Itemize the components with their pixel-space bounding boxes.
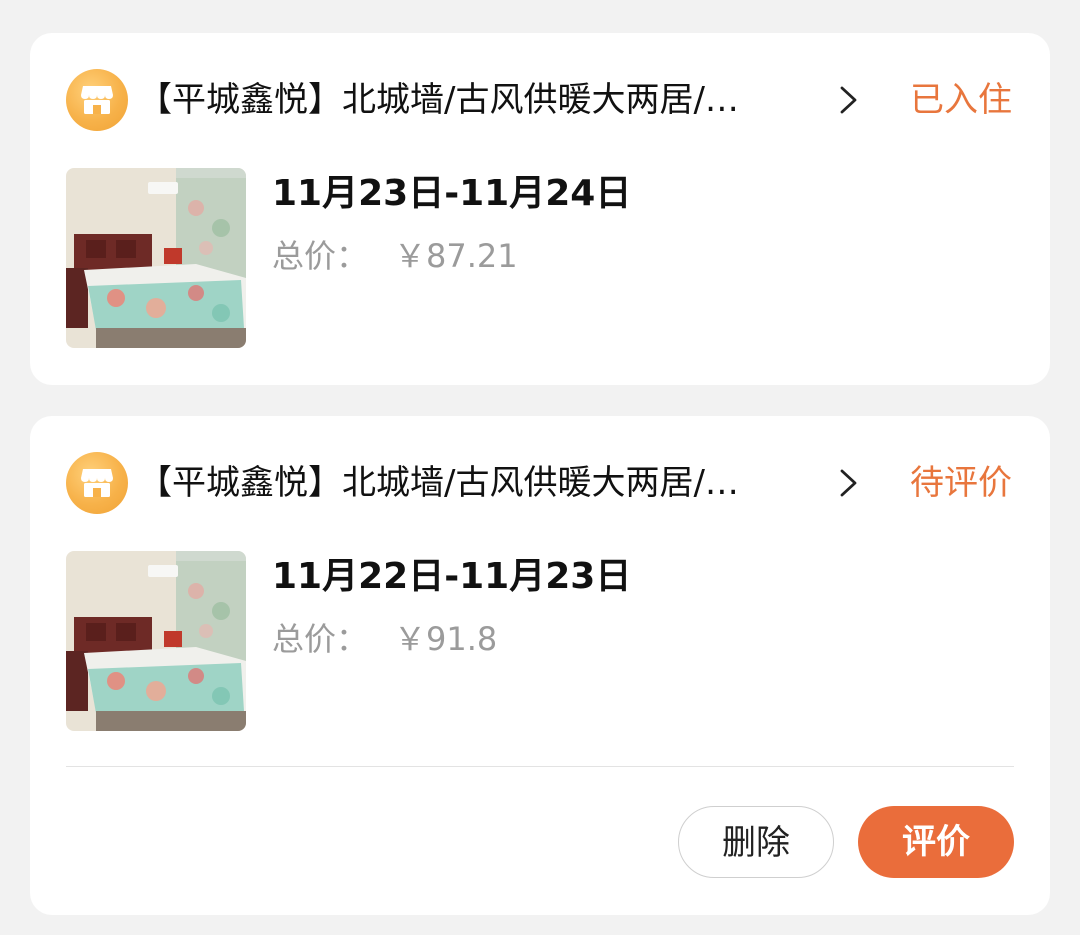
- total-price: 总价： ￥87.21: [272, 233, 518, 279]
- stay-dates: 11月23日-11月24日: [272, 173, 632, 214]
- delete-button[interactable]: 删除: [678, 806, 834, 878]
- stay-dates: 11月22日-11月23日: [272, 556, 632, 597]
- order-card[interactable]: 【平城鑫悦】北城墙/古风供暖大两居/… 待评价 11月22日-11月23日 总价…: [30, 416, 1050, 915]
- order-card[interactable]: 【平城鑫悦】北城墙/古风供暖大两居/… 已入住 11月23日-11月24日 总价…: [30, 33, 1050, 385]
- order-status: 已入住: [910, 80, 1012, 120]
- shop-icon: [66, 452, 128, 514]
- order-status: 待评价: [910, 463, 1012, 503]
- price-label: 总价：: [272, 237, 369, 275]
- review-button[interactable]: 评价: [858, 806, 1014, 878]
- total-price: 总价： ￥91.8: [272, 616, 497, 662]
- price-label: 总价：: [272, 620, 369, 658]
- hotel-title[interactable]: 【平城鑫悦】北城墙/古风供暖大两居/…: [138, 75, 828, 125]
- chevron-right-icon[interactable]: [836, 85, 860, 115]
- order-card-header[interactable]: 【平城鑫悦】北城墙/古风供暖大两居/… 待评价: [30, 416, 1050, 546]
- order-card-header[interactable]: 【平城鑫悦】北城墙/古风供暖大两居/… 已入住: [30, 33, 1050, 163]
- divider: [66, 766, 1014, 767]
- hotel-title[interactable]: 【平城鑫悦】北城墙/古风供暖大两居/…: [138, 458, 828, 508]
- room-photo[interactable]: [66, 551, 246, 731]
- price-value: ￥91.8: [394, 620, 498, 658]
- room-photo[interactable]: [66, 168, 246, 348]
- price-value: ￥87.21: [394, 237, 518, 275]
- shop-icon: [66, 69, 128, 131]
- chevron-right-icon[interactable]: [836, 468, 860, 498]
